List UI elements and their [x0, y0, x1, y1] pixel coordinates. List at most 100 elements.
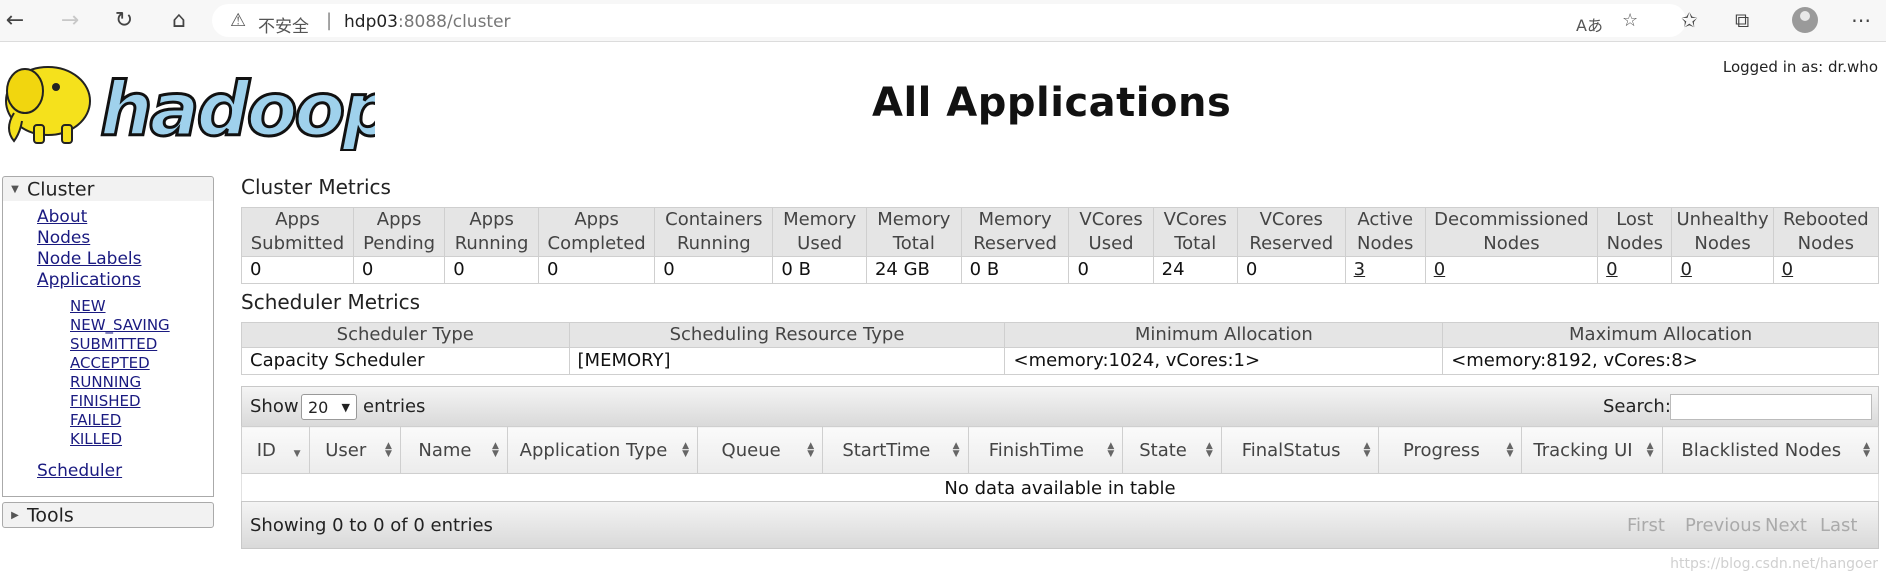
- app-state-new[interactable]: NEW: [70, 297, 106, 315]
- app-state-finished[interactable]: FINISHED: [70, 392, 141, 410]
- pager-first-button[interactable]: First: [1627, 515, 1665, 536]
- metric-link[interactable]: 3: [1354, 259, 1365, 280]
- page-title: All Applications: [872, 80, 1232, 126]
- sidebar-link-node-labels[interactable]: Node Labels: [37, 249, 142, 269]
- app-state-submitted[interactable]: SUBMITTED: [70, 335, 157, 353]
- warning-icon: ⚠: [230, 10, 247, 31]
- cluster-metric-header-apps-running: Apps Running: [444, 207, 539, 257]
- cluster-metric-value-vcores-total: 24: [1152, 256, 1238, 284]
- sort-icon: ▲ ▼: [682, 441, 690, 459]
- header-text: Active: [1357, 209, 1414, 230]
- metric-link[interactable]: 0: [1434, 259, 1445, 280]
- column-header-starttime[interactable]: StartTime ▲ ▼: [822, 426, 969, 474]
- pager-previous-button[interactable]: Previous: [1685, 515, 1761, 536]
- scheduler-value-scheduling-resource-type: [MEMORY]: [568, 347, 1006, 375]
- app-state-new-saving[interactable]: NEW_SAVING: [70, 316, 170, 334]
- header-text: Memory: [877, 209, 951, 230]
- header-text: Submitted: [250, 233, 345, 254]
- more-icon[interactable]: ⋯: [1851, 8, 1871, 32]
- cluster-metric-value-containers-running: 0: [654, 256, 774, 284]
- sidebar-tools-header[interactable]: ▶ Tools: [2, 502, 214, 528]
- back-icon[interactable]: ←: [1, 8, 29, 34]
- favorites-icon[interactable]: ✩: [1681, 8, 1698, 32]
- url-text[interactable]: hdp03:8088/cluster: [344, 12, 511, 32]
- app-state-accepted[interactable]: ACCEPTED: [70, 354, 150, 372]
- sidebar-link-nodes[interactable]: Nodes: [37, 228, 90, 248]
- sort-icon: ▲ ▼: [1205, 441, 1213, 459]
- header-text: Apps: [376, 209, 422, 230]
- cluster-metrics-value-row: 000000 B 24 GB 0 B 0 24 0 3 0 0 0 0: [241, 256, 1880, 284]
- cluster-metric-value-decommissioned-nodes[interactable]: 0: [1424, 256, 1599, 284]
- column-header-finalstatus[interactable]: FinalStatus ▲ ▼: [1220, 426, 1380, 474]
- column-header-application-type[interactable]: Application Type ▲ ▼: [506, 426, 699, 474]
- header-text: VCores: [1163, 209, 1227, 230]
- cluster-metrics-table: Apps Submitted Apps Pending Apps Running Apps C…: [241, 207, 1880, 284]
- column-label: State: [1139, 439, 1187, 461]
- column-header-state[interactable]: State ▲ ▼: [1122, 426, 1222, 474]
- app-state-killed[interactable]: KILLED: [70, 430, 122, 448]
- collections-icon[interactable]: ⧉: [1735, 8, 1749, 32]
- url-host: hdp03: [344, 12, 398, 32]
- pager-last-button[interactable]: Last: [1820, 515, 1858, 536]
- column-header-user[interactable]: User ▲ ▼: [308, 426, 401, 474]
- cluster-metric-header-vcores-used: VCores Used: [1068, 207, 1154, 257]
- header-text: Decommissioned: [1434, 209, 1589, 230]
- column-label: Name: [418, 439, 472, 461]
- entries-select[interactable]: 20 ▼: [301, 394, 357, 420]
- logged-in-label: Logged in as: dr.who: [1722, 58, 1878, 76]
- forward-icon[interactable]: →: [56, 8, 84, 34]
- header-text: Reserved: [973, 233, 1057, 254]
- header-text: Total: [1174, 233, 1217, 254]
- header-text: Nodes: [1797, 233, 1855, 254]
- column-header-progress[interactable]: Progress ▲ ▼: [1378, 426, 1523, 474]
- chevron-down-icon: ▼: [341, 401, 350, 414]
- column-header-id[interactable]: ID ▼: [241, 426, 310, 474]
- header-text: Completed: [547, 233, 646, 254]
- cluster-metric-value-apps-pending: 0: [352, 256, 446, 284]
- home-icon[interactable]: ⌂: [165, 8, 193, 34]
- column-header-finishtime[interactable]: FinishTime ▲ ▼: [967, 426, 1124, 474]
- cluster-metric-header-lost-nodes: Lost Nodes: [1597, 207, 1673, 257]
- metric-link[interactable]: 0: [1680, 259, 1691, 280]
- applications-table: ID ▼ User ▲ ▼ Name ▲ ▼ Application Type ▲ ▼ Queue ▲ ▼…: [241, 426, 1880, 504]
- sort-icon: ▲ ▼: [1107, 441, 1115, 459]
- apps-table-footer: Showing 0 to 0 of 0 entries First Previo…: [241, 501, 1879, 549]
- header-text: Lost: [1616, 209, 1654, 230]
- app-state-running[interactable]: RUNNING: [70, 373, 141, 391]
- cluster-metric-value-active-nodes[interactable]: 3: [1344, 256, 1426, 284]
- metric-link[interactable]: 0: [1606, 259, 1617, 280]
- cluster-metric-value-apps-submitted: 0: [241, 256, 354, 284]
- header-text: Rebooted: [1782, 209, 1869, 230]
- column-header-tracking-ui[interactable]: Tracking UI ▲ ▼: [1521, 426, 1663, 474]
- scheduler-metrics-table: Scheduler Type Scheduling Resource Type Mi…: [241, 322, 1879, 375]
- column-header-name[interactable]: Name ▲ ▼: [399, 426, 508, 474]
- header-text: Apps: [469, 209, 514, 230]
- cluster-metric-value-lost-nodes[interactable]: 0: [1597, 256, 1673, 284]
- header-text: Unhealthy: [1676, 209, 1769, 230]
- add-favorite-icon[interactable]: ☆: [1622, 10, 1638, 31]
- cluster-metric-value-unhealthy-nodes[interactable]: 0: [1671, 256, 1774, 284]
- column-header-queue[interactable]: Queue ▲ ▼: [697, 426, 824, 474]
- cluster-metric-value-rebooted-nodes[interactable]: 0: [1772, 256, 1880, 284]
- watermark: https://blog.csdn.net/hangoer: [1670, 556, 1878, 572]
- cluster-metric-header-rebooted-nodes: Rebooted Nodes: [1772, 207, 1880, 257]
- read-aloud-icon[interactable]: Aあ: [1576, 12, 1603, 36]
- address-bar[interactable]: ⚠ 不安全 | hdp03:8088/cluster Aあ ☆: [212, 4, 1686, 37]
- column-header-blacklisted-nodes[interactable]: Blacklisted Nodes ▲ ▼: [1661, 426, 1880, 474]
- cluster-metric-value-apps-completed: 0: [537, 256, 656, 284]
- sidebar-cluster-header[interactable]: ▼ Cluster: [2, 176, 214, 202]
- search-input[interactable]: [1670, 394, 1872, 420]
- sidebar-link-applications[interactable]: Applications: [37, 270, 141, 290]
- column-label: ID: [256, 439, 276, 461]
- app-state-failed[interactable]: FAILED: [70, 411, 121, 429]
- pager-next-button[interactable]: Next: [1765, 515, 1807, 536]
- sidebar-cluster-panel: About Nodes Node Labels Applications NEW…: [2, 201, 214, 497]
- column-label: Application Type: [519, 439, 668, 461]
- metric-link[interactable]: 0: [1782, 259, 1793, 280]
- scheduler-header-scheduling-resource-type: Scheduling Resource Type: [568, 322, 1006, 348]
- cluster-metric-header-apps-pending: Apps Pending: [352, 207, 446, 257]
- profile-icon[interactable]: [1792, 7, 1818, 33]
- sidebar-link-about[interactable]: About: [37, 207, 87, 227]
- sidebar-link-scheduler[interactable]: Scheduler: [37, 461, 122, 481]
- reload-icon[interactable]: ↻: [110, 8, 138, 34]
